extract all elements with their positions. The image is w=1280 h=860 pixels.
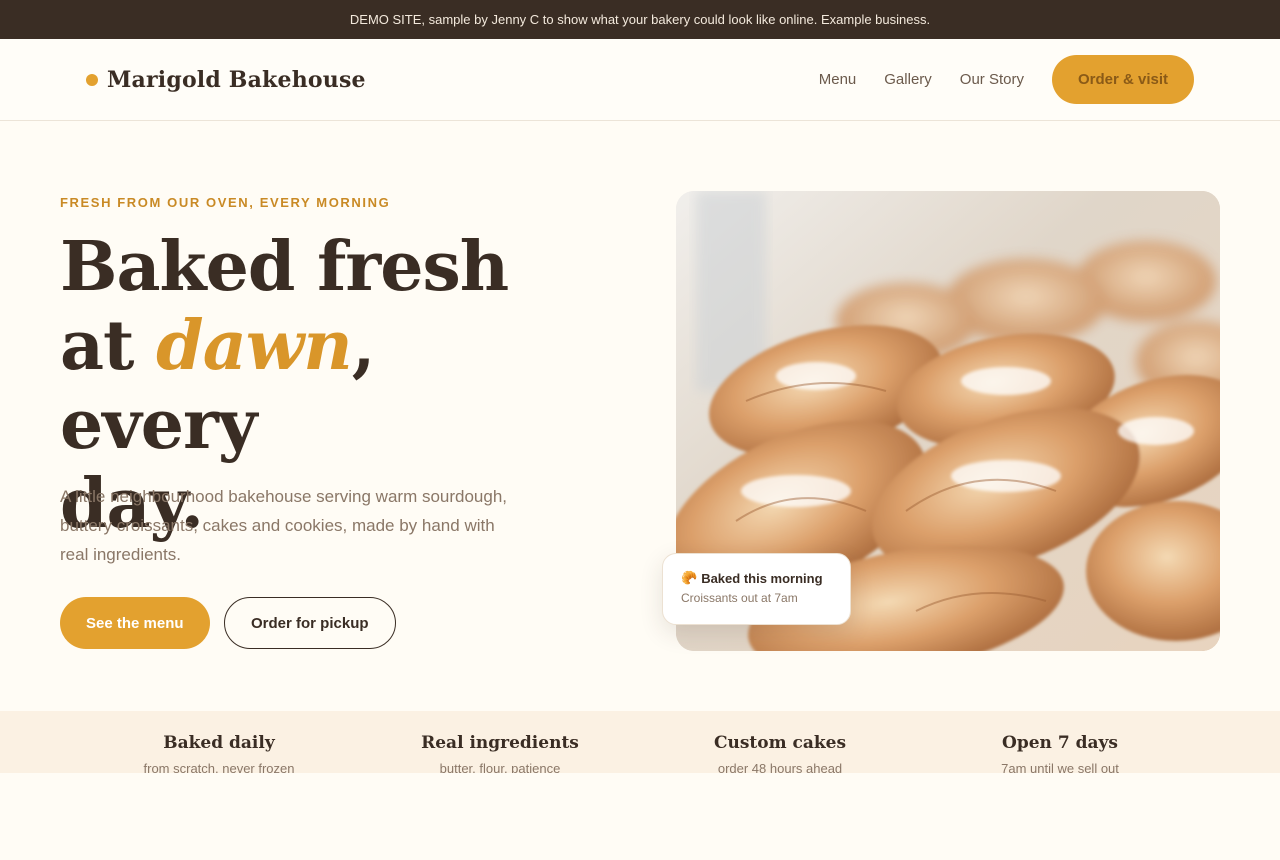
nav-link-gallery[interactable]: Gallery xyxy=(884,71,932,88)
feature-subtitle: from scratch, never frozen xyxy=(143,761,295,773)
feature-item: Baked daily from scratch, never frozen xyxy=(79,733,359,773)
hero-title-line1: Baked fresh xyxy=(60,227,509,307)
see-menu-button[interactable]: See the menu xyxy=(60,597,210,649)
card-title-row: 🥐 Baked this morning xyxy=(681,570,850,586)
feature-title: Custom cakes xyxy=(713,733,847,753)
croissant-icon: 🥐 xyxy=(681,570,698,585)
feature-subtitle: order 48 hours ahead xyxy=(717,761,843,773)
hero-title-at: at xyxy=(60,306,157,386)
card-subtitle: Croissants out at 7am xyxy=(681,591,798,605)
feature-title: Real ingredients xyxy=(421,733,579,753)
brand-name: Marigold Bakehouse xyxy=(107,67,366,93)
feature-subtitle: butter, flour, patience xyxy=(439,761,561,773)
site-header: Marigold Bakehouse Menu Gallery Our Stor… xyxy=(0,39,1280,121)
baked-this-morning-card: 🥐 Baked this morning Croissants out at 7… xyxy=(662,553,851,625)
brand-dot-icon xyxy=(86,74,98,86)
brand-logo-link[interactable]: Marigold Bakehouse xyxy=(86,63,366,97)
hero-title-accent: dawn xyxy=(156,306,353,386)
feature-item: Open 7 days 7am until we sell out xyxy=(920,733,1200,773)
card-title: Baked this morning xyxy=(701,570,823,586)
features-strip: Baked daily from scratch, never frozen R… xyxy=(0,711,1280,773)
feature-item: Custom cakes order 48 hours ahead xyxy=(640,733,920,773)
hero-lead: A little neighbourhood bakehouse serving… xyxy=(60,487,508,564)
demo-banner: DEMO SITE, sample by Jenny C to show wha… xyxy=(0,0,1280,39)
nav-link-our-story[interactable]: Our Story xyxy=(960,71,1024,88)
feature-item: Real ingredients butter, flour, patience xyxy=(360,733,640,773)
main-nav: Menu Gallery Our Story Order & visit xyxy=(819,55,1194,104)
feature-title: Open 7 days xyxy=(1002,733,1118,753)
demo-banner-text: DEMO SITE, sample by Jenny C to show wha… xyxy=(349,12,931,27)
feature-title: Baked daily xyxy=(163,733,275,753)
hero-eyebrow: FRESH FROM OUR OVEN, EVERY MORNING xyxy=(60,195,391,210)
feature-subtitle: 7am until we sell out xyxy=(1001,761,1119,773)
order-pickup-button[interactable]: Order for pickup xyxy=(224,597,396,649)
nav-link-menu[interactable]: Menu xyxy=(819,71,857,88)
order-visit-button[interactable]: Order & visit xyxy=(1051,55,1194,104)
